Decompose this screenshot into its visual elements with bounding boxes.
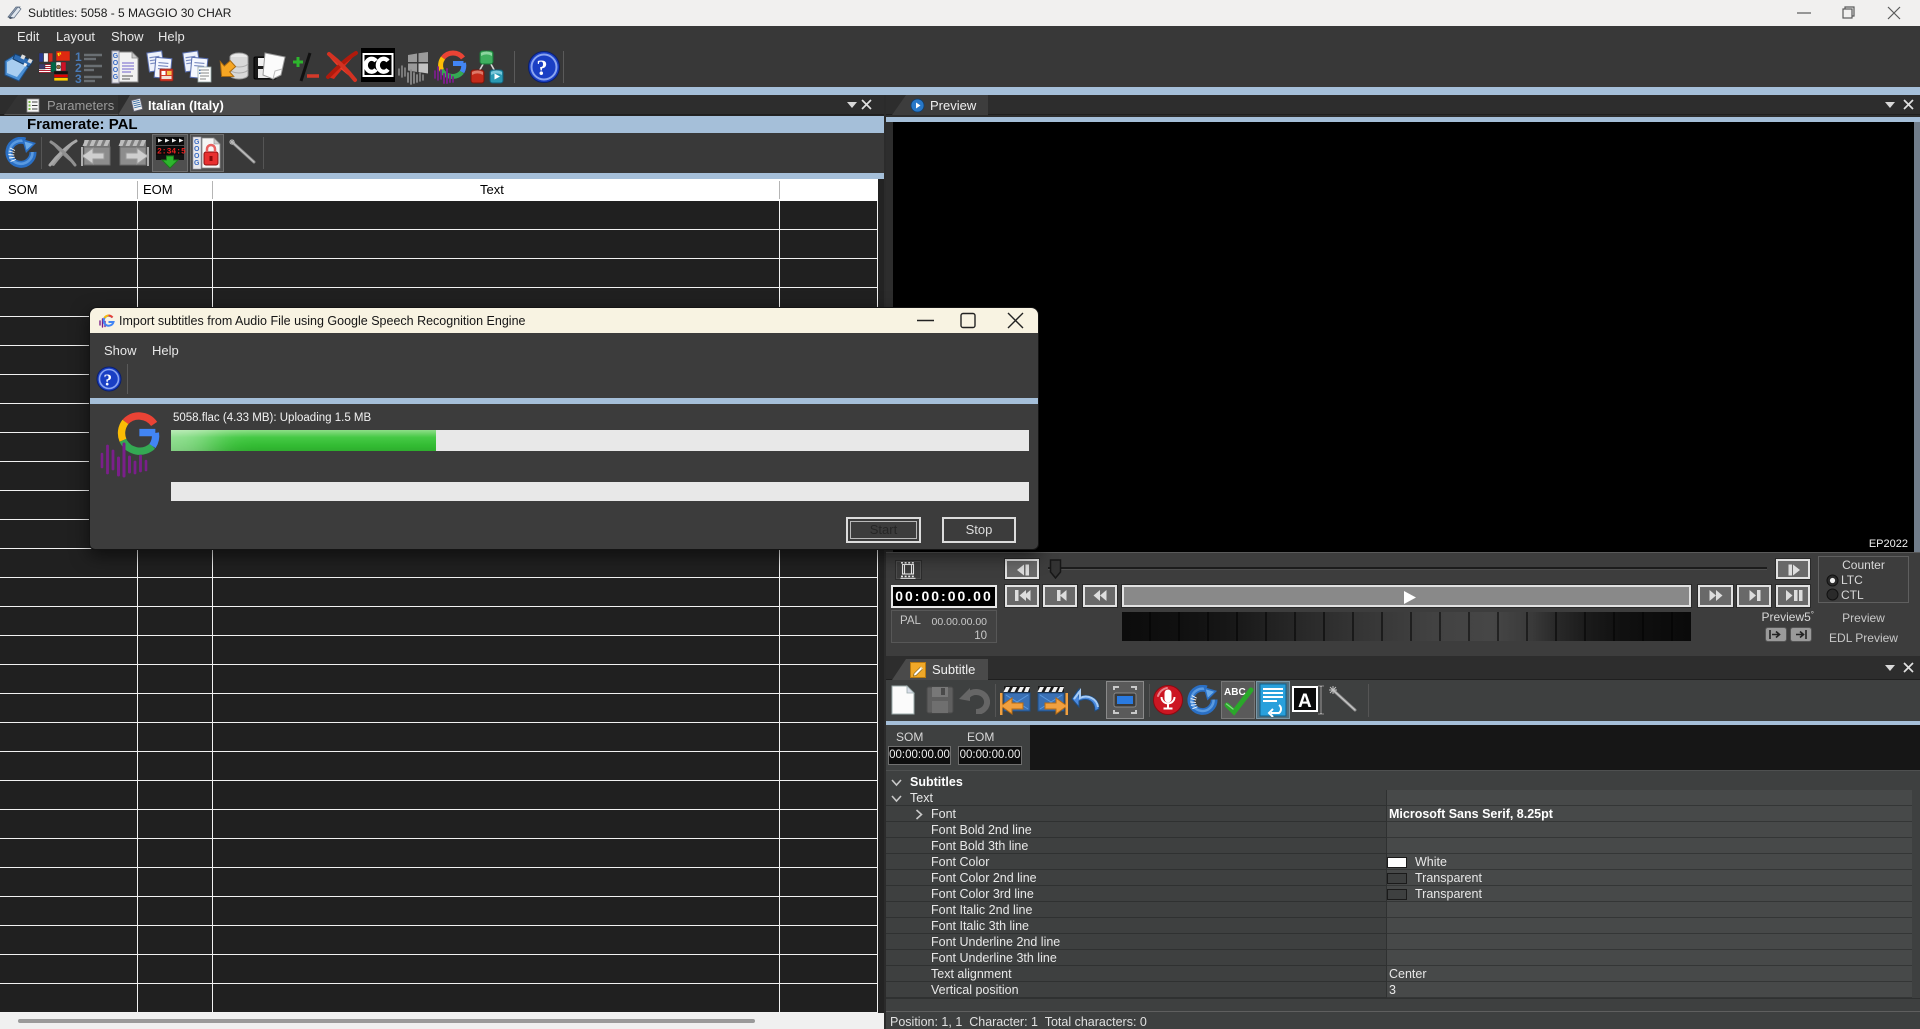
svg-text:O: O [194,153,200,160]
svg-text:A: A [1298,691,1312,712]
svg-text:G: G [113,74,119,81]
svg-text:O: O [113,67,119,74]
svg-text:?: ? [104,371,113,390]
svg-text:O: O [113,60,119,67]
svg-text:?: ? [537,55,548,80]
svg-text:G: G [194,139,200,146]
svg-text:G: G [194,160,200,167]
svg-text:3: 3 [75,72,82,85]
svg-text:G: G [113,53,119,60]
svg-text:ABC: ABC [1224,687,1246,698]
svg-text:O: O [194,146,200,153]
